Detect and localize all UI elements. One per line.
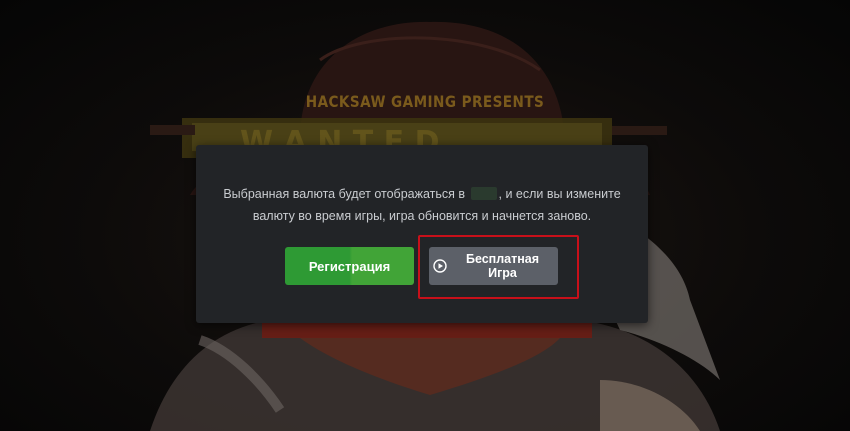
game-loading-screen: W A N T E D HACKSAW GAMING PRESENTS Выбр… [0, 0, 850, 431]
presents-title: HACKSAW GAMING PRESENTS [305, 92, 545, 111]
free-play-button-label: Бесплатная Игра [447, 252, 558, 280]
message-line-1-end: , и если вы измените [498, 187, 621, 201]
register-button[interactable]: Регистрация [285, 247, 414, 285]
currency-notice-message: Выбранная валюта будет отображаться в , … [196, 183, 648, 227]
currency-name-placeholder [470, 187, 497, 200]
message-line-1: Выбранная валюта будет отображаться в , … [196, 183, 648, 205]
free-play-label-line-2: Игра [488, 266, 517, 280]
free-play-button[interactable]: Бесплатная Игра [429, 247, 558, 285]
play-circle-icon [433, 259, 447, 273]
message-line-2: валюту во время игры, игра обновится и н… [252, 209, 592, 223]
message-line-1-start: Выбранная валюта будет отображаться в [223, 187, 466, 201]
register-button-label: Регистрация [308, 258, 391, 274]
currency-notice-dialog: Выбранная валюта будет отображаться в , … [196, 145, 648, 323]
free-play-label-line-1: Бесплатная [465, 252, 540, 266]
